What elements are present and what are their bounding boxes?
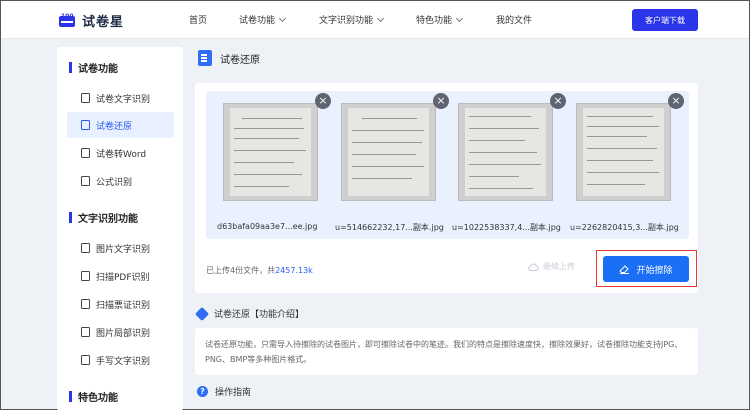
sidebar-section-title: 特色功能	[78, 393, 118, 404]
file-thumbnail	[576, 103, 671, 201]
start-erase-button[interactable]: 开始擦除	[603, 256, 689, 282]
nav-home-label: 首页	[189, 16, 208, 26]
client-download-button[interactable]: 客户端下载	[632, 9, 698, 31]
page-title-text: 试卷还原	[220, 54, 260, 66]
file-card[interactable]: × u=2262820415,3...副本.jpg	[570, 93, 684, 232]
sidebar-item-scan-pdf-ocr[interactable]: 扫描PDF识别	[67, 263, 174, 289]
paper-preview	[348, 108, 429, 196]
sidebar-section-paper: 试卷功能	[69, 60, 118, 75]
file-name: u=514662232,17...副本.jpg	[335, 223, 444, 232]
nav-special-functions[interactable]: 特色功能	[416, 13, 464, 26]
sidebar-item-paper-to-word[interactable]: 试卷转Word	[67, 140, 174, 166]
guide-heading: ? 操作指南	[197, 385, 251, 398]
word-icon	[81, 148, 90, 158]
logo-text: 试卷星	[82, 14, 125, 30]
cloud-upload-icon	[528, 263, 539, 271]
chevron-down-icon	[278, 14, 287, 22]
sidebar-item-label: 手写文字识别	[96, 356, 151, 367]
continue-upload-label: 继续上传	[543, 262, 575, 271]
remove-file-button[interactable]: ×	[315, 93, 331, 109]
sidebar-item-image-ocr[interactable]: 图片文字识别	[67, 235, 174, 261]
file-thumbnail	[458, 103, 553, 201]
sidebar-item-label: 公式识别	[96, 177, 133, 188]
pdf-icon	[81, 271, 90, 281]
sidebar-section-title: 文字识别功能	[78, 214, 138, 225]
sidebar-item-label: 扫描PDF识别	[96, 272, 150, 283]
file-thumbnail	[223, 103, 318, 201]
sidebar-item-paper-ocr[interactable]: 试卷文字识别	[67, 85, 174, 111]
sidebar-item-handwriting-ocr[interactable]: 手写文字识别	[67, 347, 174, 373]
document-icon	[198, 50, 212, 66]
paper-preview	[230, 108, 311, 196]
sidebar-item-label: 试卷还原	[96, 121, 133, 132]
cube-icon	[194, 306, 210, 321]
handwriting-icon	[81, 355, 90, 365]
logo-icon: 100	[59, 13, 75, 27]
eraser-icon	[619, 265, 630, 274]
remove-file-button[interactable]: ×	[550, 93, 566, 109]
nav-ocr-functions[interactable]: 文字识别功能	[319, 13, 385, 26]
sidebar-item-label: 扫描票证识别	[96, 300, 151, 311]
logo[interactable]: 100 试卷星	[57, 10, 124, 30]
ticket-icon	[81, 299, 90, 309]
top-navbar: 100 试卷星 首页 试卷功能 文字识别功能 特色功能 我的文件 客户端下载	[1, 1, 749, 39]
sidebar-item-label: 图片文字识别	[96, 244, 151, 255]
start-erase-label: 开始擦除	[636, 265, 673, 276]
nav-my-files[interactable]: 我的文件	[496, 13, 532, 26]
intro-description: 试卷还原功能，只需导入待擦除的试卷图片，即可擦除试卷中的笔迹。我们的特点是擦除速…	[195, 328, 698, 375]
sidebar-item-paper-restore[interactable]: 试卷还原	[67, 112, 174, 138]
image-icon	[81, 243, 90, 253]
file-card[interactable]: × u=1022538337,4...副本.jpg	[452, 93, 566, 232]
upload-panel: × d63bafa09aa3e7...ee.jpg × u=514662232,…	[195, 83, 698, 293]
nav-paper-functions[interactable]: 试卷功能	[239, 13, 287, 26]
nav-ocr-functions-label: 文字识别功能	[319, 16, 374, 26]
continue-upload-button[interactable]: 继续上传	[528, 261, 575, 272]
sidebar-item-formula-ocr[interactable]: 公式识别	[67, 168, 174, 194]
guide-heading-text: 操作指南	[215, 388, 252, 398]
sidebar-item-partial-ocr[interactable]: 图片局部识别	[67, 319, 174, 345]
nav-special-functions-label: 特色功能	[416, 16, 453, 26]
upload-summary-size: 2457.13k	[275, 266, 313, 275]
paper-preview	[583, 108, 664, 196]
nav-my-files-label: 我的文件	[496, 16, 533, 26]
chevron-down-icon	[455, 14, 464, 22]
file-card[interactable]: × d63bafa09aa3e7...ee.jpg	[217, 93, 331, 231]
sidebar-section-ocr: 文字识别功能	[69, 210, 138, 225]
remove-file-button[interactable]: ×	[668, 93, 684, 109]
file-name: u=1022538337,4...副本.jpg	[452, 223, 561, 232]
sidebar-item-label: 试卷文字识别	[96, 94, 151, 105]
file-name: d63bafa09aa3e7...ee.jpg	[217, 222, 318, 231]
remove-file-button[interactable]: ×	[433, 93, 449, 109]
help-icon: ?	[197, 386, 208, 397]
document-icon	[81, 93, 90, 103]
sidebar-item-ticket-ocr[interactable]: 扫描票证识别	[67, 291, 174, 317]
nav-home[interactable]: 首页	[189, 13, 207, 26]
sidebar-item-label: 试卷转Word	[96, 149, 147, 160]
chevron-down-icon	[376, 14, 385, 22]
crop-icon	[81, 327, 90, 337]
page-title: 试卷还原	[198, 50, 260, 66]
intro-heading: 试卷还原【功能介绍】	[194, 306, 305, 321]
formula-icon	[81, 176, 90, 186]
sidebar-item-label: 图片局部识别	[96, 328, 151, 339]
upload-area[interactable]: × d63bafa09aa3e7...ee.jpg × u=514662232,…	[206, 91, 689, 239]
file-name: u=2262820415,3...副本.jpg	[570, 223, 679, 232]
file-thumbnail	[341, 103, 436, 201]
file-card[interactable]: × u=514662232,17...副本.jpg	[335, 93, 449, 232]
sidebar-section-special: 特色功能	[69, 389, 118, 404]
sidebar-section-title: 试卷功能	[78, 64, 118, 75]
sidebar: 试卷功能 试卷文字识别 试卷还原 试卷转Word 公式识别 文字识别功能 图片文…	[57, 47, 183, 410]
document-icon	[81, 120, 90, 130]
intro-heading-text: 试卷还原【功能介绍】	[214, 310, 305, 320]
nav-paper-functions-label: 试卷功能	[239, 16, 276, 26]
upload-summary: 已上传4份文件，共2457.13k	[206, 265, 313, 276]
svg-text:100: 100	[61, 13, 74, 20]
upload-summary-text: 已上传4份文件，共	[206, 266, 276, 275]
